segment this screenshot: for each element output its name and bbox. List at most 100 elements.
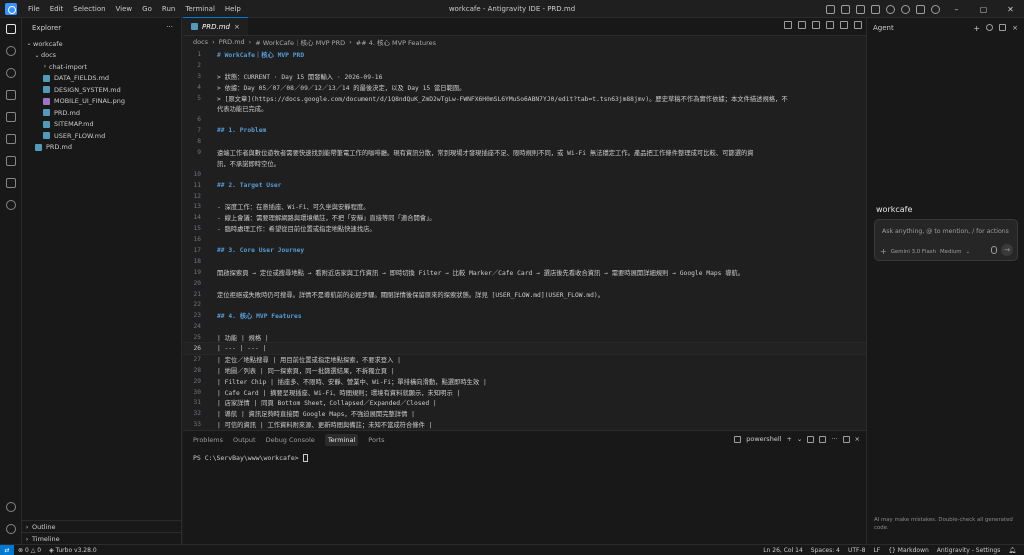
code-line[interactable]: 1 # WorkCafe｜核心 MVP PRD bbox=[183, 49, 866, 60]
new-chat-icon[interactable]: + bbox=[973, 24, 980, 33]
microphone-icon[interactable] bbox=[991, 246, 997, 254]
code-line[interactable]: 10 bbox=[183, 169, 866, 180]
menu-terminal[interactable]: Terminal bbox=[180, 5, 220, 13]
code-line[interactable]: 22 bbox=[183, 299, 866, 310]
notifications-icon[interactable]: 🔔︎ bbox=[1004, 547, 1020, 554]
preview-icon[interactable] bbox=[798, 21, 806, 29]
back-icon[interactable] bbox=[812, 21, 820, 29]
breadcrumb-item[interactable]: # WorkCafe｜核心 MVP PRD bbox=[255, 37, 345, 47]
code-line[interactable]: 14 - 線上會議：需要理解網路與環境備註，不把「安靜」直接等同「適合開會」。 bbox=[183, 212, 866, 223]
remote-indicator-icon[interactable]: ⇄ bbox=[0, 544, 14, 555]
tab-ports[interactable]: Ports bbox=[368, 436, 384, 444]
close-icon[interactable]: ✕ bbox=[997, 0, 1024, 18]
split-terminal-icon[interactable] bbox=[807, 435, 815, 443]
activity-run-debug[interactable] bbox=[0, 84, 22, 106]
model-selector[interactable]: + Gemini 3.0 Flash Medium ⌄ bbox=[880, 247, 970, 256]
code-line[interactable]: 20 bbox=[183, 278, 866, 289]
close-agent-icon[interactable]: × bbox=[1012, 24, 1018, 33]
code-line[interactable]: 28 | 地圖／列表 | 同一探索頁，同一批篩選結果，不拆獨立頁 | bbox=[183, 365, 866, 376]
add-context-icon[interactable]: + bbox=[880, 247, 887, 256]
timeline-section[interactable]: › Timeline bbox=[22, 532, 182, 544]
code-line[interactable]: 代表功能已完成。 bbox=[183, 103, 866, 114]
menu-selection[interactable]: Selection bbox=[68, 5, 110, 13]
close-panel-icon[interactable]: × bbox=[855, 435, 860, 443]
code-line[interactable]: 7 ## 1. Problem bbox=[183, 125, 866, 136]
code-line[interactable]: 29 | Filter Chip | 插座多、不限時、安靜、營業中、Wi-Fi；單… bbox=[183, 376, 866, 387]
menu-go[interactable]: Go bbox=[137, 5, 157, 13]
tab-prd-md[interactable]: PRD.md × bbox=[183, 17, 248, 35]
code-line[interactable]: 15 - 臨時處理工作：希望從目前位置或指定地點快速找店。 bbox=[183, 223, 866, 234]
account-icon[interactable] bbox=[886, 4, 895, 14]
menu-help[interactable]: Help bbox=[220, 5, 246, 13]
terminal-shell-label[interactable]: powershell bbox=[746, 435, 781, 443]
more-actions-icon[interactable] bbox=[854, 21, 862, 29]
language-mode[interactable]: {} Markdown bbox=[884, 547, 933, 554]
user-avatar-icon[interactable] bbox=[931, 4, 940, 14]
tree-item-docs[interactable]: ⌄ docs bbox=[22, 50, 181, 62]
open-changes-icon[interactable] bbox=[784, 21, 792, 29]
code-editor[interactable]: 1 # WorkCafe｜核心 MVP PRD 2 3 > 狀態：CURRENT · D… bbox=[183, 49, 866, 430]
tree-item-sitemap[interactable]: SITEMAP.md bbox=[22, 119, 181, 131]
menu-edit[interactable]: Edit bbox=[45, 5, 69, 13]
minimize-icon[interactable]: – bbox=[943, 0, 970, 18]
code-line[interactable]: 30 | Cafe Card | 摘要呈現插座、Wi-Fi、時間規則；環境有資料就… bbox=[183, 387, 866, 398]
toggle-agent-icon[interactable] bbox=[856, 4, 865, 14]
toggle-sidebar-icon[interactable] bbox=[826, 4, 835, 14]
tree-item-mobile-ui[interactable]: MOBILE_UI_FINAL.png bbox=[22, 96, 181, 108]
breadcrumb-item[interactable]: ## 4. 核心 MVP Features bbox=[356, 37, 436, 47]
layout-icon[interactable] bbox=[871, 4, 880, 14]
activity-extensions[interactable] bbox=[0, 128, 22, 150]
code-line[interactable]: 8 bbox=[183, 136, 866, 147]
more-actions-icon[interactable]: ··· bbox=[166, 23, 173, 31]
more-actions-icon[interactable]: ··· bbox=[831, 435, 837, 443]
code-line[interactable]: 訊，不承諾即時空位。 bbox=[183, 158, 866, 169]
code-line[interactable]: 5 > [原文章](https://docs.google.com/documen… bbox=[183, 93, 866, 104]
menu-file[interactable]: File bbox=[23, 5, 45, 13]
code-line[interactable]: 24 bbox=[183, 321, 866, 332]
maximize-panel-icon[interactable] bbox=[842, 435, 850, 443]
tree-item-chat-import[interactable]: › chat-import bbox=[22, 61, 181, 73]
code-line[interactable]: 21 定位拒絕或失敗時仍可搜尋。詳情不是導航前的必經步驟。關閉詳情後保留原來的探索… bbox=[183, 289, 866, 300]
tree-item-data-fields[interactable]: DATA_FIELDS.md bbox=[22, 73, 181, 85]
problems-status[interactable]: ⊗ 0 △ 0 bbox=[14, 547, 45, 554]
notifications-bell-icon[interactable] bbox=[916, 4, 925, 14]
history-icon[interactable] bbox=[986, 24, 994, 31]
activity-search[interactable] bbox=[0, 40, 22, 62]
activity-account[interactable] bbox=[0, 496, 22, 518]
breadcrumb-item[interactable]: PRD.md bbox=[219, 38, 245, 46]
new-terminal-icon[interactable]: + bbox=[786, 435, 791, 443]
chevron-down-icon[interactable]: ⌄ bbox=[797, 435, 802, 443]
code-line[interactable]: 17 ## 3. Core User Journey bbox=[183, 245, 866, 256]
tree-item-prd-docs[interactable]: PRD.md bbox=[22, 107, 181, 119]
turbo-status[interactable]: ◈ Turbo v3.28.0 bbox=[45, 547, 101, 554]
code-line[interactable]: 13 - 深度工作：在意插座、Wi-Fi、可久坐與安靜程度。 bbox=[183, 201, 866, 212]
settings-gear-icon[interactable] bbox=[901, 4, 910, 14]
code-line[interactable]: 18 bbox=[183, 256, 866, 267]
agent-input[interactable]: Ask anything, @ to mention, / for action… bbox=[874, 219, 1018, 261]
code-line[interactable]: 31 | 店家詳情 | 同頁 Bottom Sheet，Collapsed／Exp… bbox=[183, 398, 866, 409]
code-line[interactable]: 25 | 功能 | 規格 | bbox=[183, 332, 866, 343]
activity-explorer[interactable] bbox=[0, 18, 22, 40]
indentation[interactable]: Spaces: 4 bbox=[807, 547, 844, 554]
code-line[interactable]: 12 bbox=[183, 191, 866, 202]
outline-section[interactable]: › Outline bbox=[22, 520, 182, 532]
code-line[interactable]: 16 bbox=[183, 234, 866, 245]
tab-problems[interactable]: Problems bbox=[193, 436, 223, 444]
tab-debug-console[interactable]: Debug Console bbox=[266, 436, 315, 444]
code-line[interactable]: 23 ## 4. 核心 MVP Features bbox=[183, 310, 866, 321]
activity-source-control[interactable] bbox=[0, 62, 22, 84]
workspace-root[interactable]: ⌄ workcafe bbox=[22, 38, 181, 50]
menu-run[interactable]: Run bbox=[157, 5, 180, 13]
code-line[interactable]: 9 遠端工作者與數位遊牧者需要快速找到能帶筆電工作的咖啡廳。現有資訊分散，常到現場… bbox=[183, 147, 866, 158]
code-line[interactable]: 27 | 定位／地點搜尋 | 用目前位置或指定地點探索，不要求登入 | bbox=[183, 354, 866, 365]
code-line[interactable]: 2 bbox=[183, 60, 866, 71]
code-line[interactable]: 11 ## 2. Target User bbox=[183, 180, 866, 191]
code-line[interactable]: 33 | 可信的資訊 | 工作資料附來源、更新時間與備註；未知不當成符合條件 | bbox=[183, 419, 866, 430]
close-tab-icon[interactable]: × bbox=[234, 23, 240, 31]
activity-browser[interactable] bbox=[0, 194, 22, 216]
menu-view[interactable]: View bbox=[111, 5, 138, 13]
split-editor-icon[interactable] bbox=[840, 21, 848, 29]
more-actions-icon[interactable] bbox=[999, 24, 1007, 31]
code-line[interactable]: 3 > 狀態：CURRENT · Day 15 開發輸入 · 2026-09-16 bbox=[183, 71, 866, 82]
tree-item-prd-root[interactable]: PRD.md bbox=[22, 142, 181, 154]
